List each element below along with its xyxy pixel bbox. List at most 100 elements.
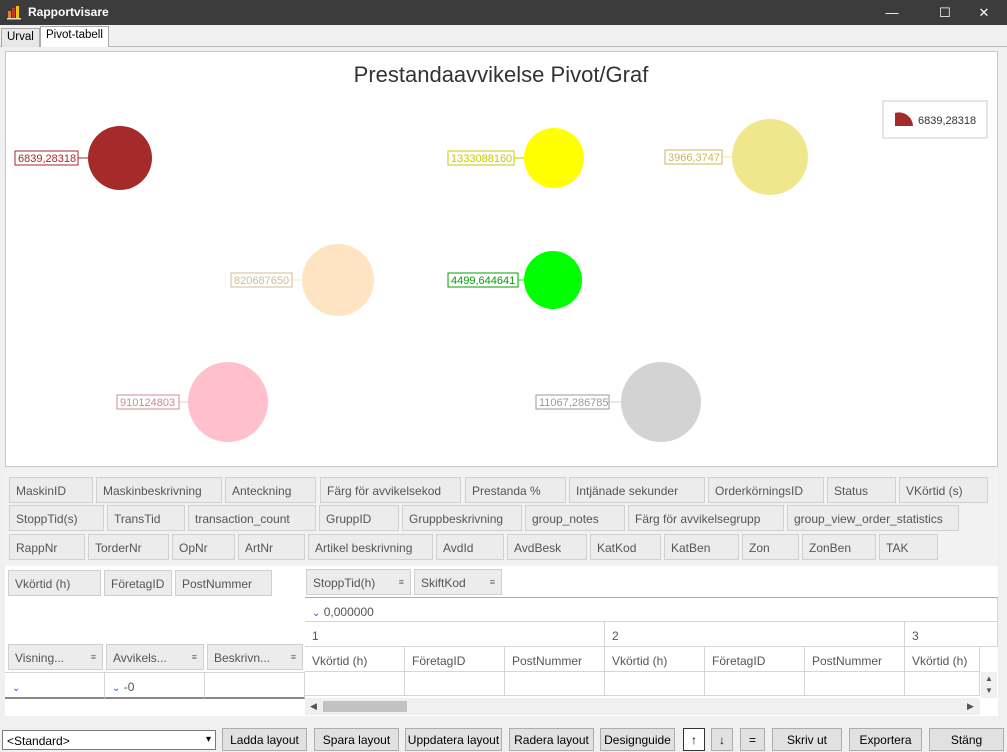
data-cell[interactable]: [605, 672, 705, 696]
move-down-button[interactable]: ↓: [711, 728, 733, 751]
field-item[interactable]: TorderNr: [88, 534, 169, 560]
close-button[interactable]: ✕: [961, 0, 1007, 25]
field-item[interactable]: ZonBen: [802, 534, 876, 560]
app-icon: [6, 4, 22, 20]
data-header: FöretagID: [405, 647, 505, 672]
filter-field-vkortid[interactable]: Vkörtid (h): [8, 570, 101, 596]
field-item[interactable]: KatKod: [590, 534, 661, 560]
field-item[interactable]: group_view_order_statistics: [787, 505, 959, 531]
column-field-label: StoppTid(h): [313, 576, 376, 590]
field-item[interactable]: AvdBesk: [507, 534, 587, 560]
close-icon: ✕: [978, 4, 990, 20]
sort-icon: ≡: [398, 577, 404, 587]
data-cell[interactable]: [705, 672, 805, 696]
scroll-right-icon[interactable]: ▶: [967, 701, 974, 712]
load-layout-button[interactable]: Ladda layout: [222, 728, 307, 751]
field-item[interactable]: Maskinbeskrivning: [96, 477, 222, 503]
field-item[interactable]: TAK: [879, 534, 938, 560]
field-item[interactable]: StoppTid(s): [9, 505, 104, 531]
equal-button[interactable]: =: [740, 728, 765, 751]
data-cell[interactable]: [505, 672, 605, 696]
sort-icon: ≡: [191, 652, 197, 662]
tab-pivot-tabell[interactable]: Pivot-tabell: [40, 26, 109, 47]
horizontal-scrollbar[interactable]: ◀ ▶: [305, 698, 980, 715]
field-item[interactable]: Färg för avvikelsekod: [320, 477, 461, 503]
field-item[interactable]: transaction_count: [188, 505, 316, 531]
data-cell[interactable]: [905, 672, 980, 696]
row-field-label: Beskrivn...: [214, 651, 271, 665]
tab-urval[interactable]: Urval: [1, 28, 40, 47]
field-item[interactable]: Prestanda %: [465, 477, 566, 503]
row-field-beskrivn[interactable]: Beskrivn... ≡: [207, 644, 303, 670]
data-cell[interactable]: [305, 672, 405, 696]
column-field-label: SkiftKod: [421, 576, 466, 590]
field-item[interactable]: TransTid: [107, 505, 185, 531]
window-title: Rapportvisare: [28, 5, 109, 19]
column-group-2: 2: [605, 622, 905, 647]
close-window-button[interactable]: Stäng: [929, 728, 1004, 751]
filter-field-postnummer[interactable]: PostNummer: [175, 570, 272, 596]
filter-field-foretagid[interactable]: FöretagID: [104, 570, 172, 596]
field-item[interactable]: RappNr: [9, 534, 85, 560]
column-value-header[interactable]: ⌄ 0,000000: [305, 597, 998, 622]
field-item[interactable]: Intjänade sekunder: [569, 477, 705, 503]
scroll-left-icon[interactable]: ◀: [310, 701, 317, 712]
field-item[interactable]: Status: [827, 477, 896, 503]
field-item[interactable]: OpNr: [172, 534, 235, 560]
vertical-scrollbar[interactable]: ▲ ▼: [981, 672, 997, 698]
scroll-down-icon[interactable]: ▼: [985, 686, 993, 695]
field-item[interactable]: Gruppbeskrivning: [402, 505, 522, 531]
row-value-cell[interactable]: ⌄ -0: [105, 672, 205, 699]
column-value: 0,000000: [323, 605, 374, 619]
data-header: Vkörtid (h): [305, 647, 405, 672]
field-item[interactable]: AvdId: [436, 534, 504, 560]
data-header: FöretagID: [705, 647, 805, 672]
column-field-skiftkod[interactable]: SkiftKod ≡: [414, 569, 502, 595]
column-field-stopptid[interactable]: StoppTid(h) ≡: [306, 569, 411, 595]
row-expander[interactable]: ⌄: [5, 672, 105, 699]
field-item[interactable]: Zon: [742, 534, 799, 560]
minimize-button[interactable]: —: [869, 0, 915, 25]
field-item[interactable]: OrderkörningsID: [708, 477, 824, 503]
field-item[interactable]: Artikel beskrivning: [308, 534, 433, 560]
bubble-point[interactable]: [524, 251, 582, 309]
row-field-avvikels[interactable]: Avvikels... ≡: [106, 644, 204, 670]
scroll-up-icon[interactable]: ▲: [985, 674, 993, 683]
legend-label: 6839,28318: [918, 115, 976, 127]
row-field-visning[interactable]: Visning... ≡: [8, 644, 103, 670]
delete-layout-button[interactable]: Radera layout: [509, 728, 594, 751]
column-group-1: 1: [305, 622, 605, 647]
data-label: 910124803: [120, 397, 175, 409]
data-label: 1333088160: [451, 153, 512, 165]
layout-select[interactable]: <Standard> ▾: [2, 730, 216, 750]
field-item[interactable]: GruppID: [319, 505, 399, 531]
bubble-point[interactable]: [524, 128, 584, 188]
field-item[interactable]: KatBen: [664, 534, 739, 560]
bubble-point[interactable]: [188, 362, 268, 442]
chart-title: Prestandaavvikelse Pivot/Graf: [354, 62, 650, 87]
chevron-down-icon: ▾: [205, 734, 211, 745]
design-guide-button[interactable]: Designguide: [600, 728, 675, 751]
update-layout-button[interactable]: Uppdatera layout: [405, 728, 502, 751]
field-item[interactable]: group_notes: [525, 505, 625, 531]
move-up-button[interactable]: ↑: [683, 728, 705, 751]
field-item[interactable]: MaskinID: [9, 477, 93, 503]
field-item[interactable]: ArtNr: [238, 534, 305, 560]
data-cell[interactable]: [405, 672, 505, 696]
field-item[interactable]: Anteckning: [225, 477, 316, 503]
save-layout-button[interactable]: Spara layout: [314, 728, 399, 751]
print-button[interactable]: Skriv ut: [772, 728, 842, 751]
sort-icon: ≡: [290, 652, 296, 662]
bubble-point[interactable]: [732, 119, 808, 195]
bubble-point[interactable]: [302, 244, 374, 316]
export-button[interactable]: Exportera: [849, 728, 922, 751]
field-item[interactable]: VKörtid (s): [899, 477, 988, 503]
field-item[interactable]: Färg för avvikelsegrupp: [628, 505, 784, 531]
bubble-point[interactable]: [88, 126, 152, 190]
data-cell[interactable]: [805, 672, 905, 696]
data-header: PostNummer: [505, 647, 605, 672]
scroll-thumb[interactable]: [323, 701, 407, 712]
chevron-down-icon: ⌄: [12, 683, 21, 694]
bubble-point[interactable]: [621, 362, 701, 442]
data-header: Vkörtid (h): [905, 647, 980, 672]
